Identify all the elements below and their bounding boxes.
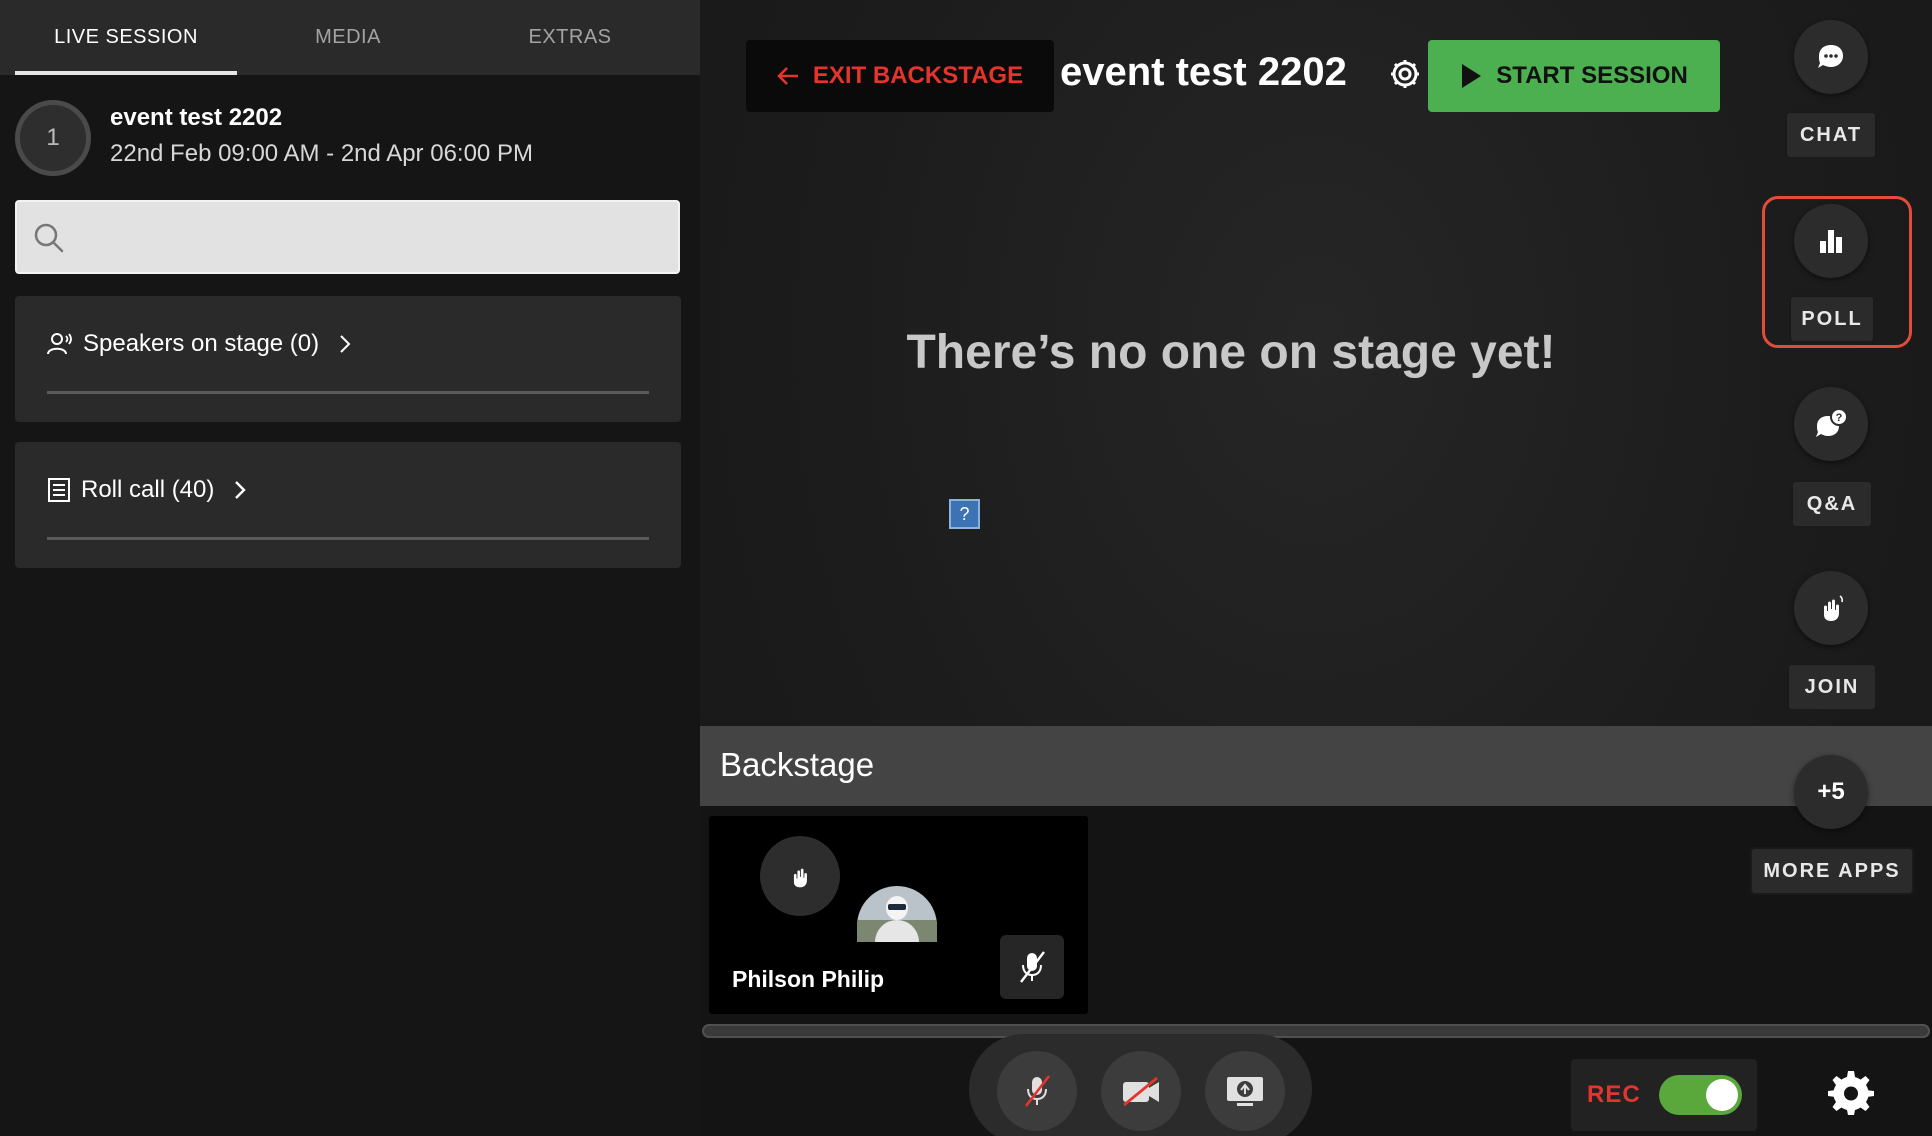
join-label[interactable]: JOIN [1787,663,1877,711]
horizontal-scrollbar[interactable] [702,1024,1930,1038]
rec-label: REC [1587,1081,1641,1108]
event-info: 1 event test 2202 22nd Feb 09:00 AM - 2n… [15,100,685,176]
camera-off-icon [1123,1076,1159,1106]
avatar [857,886,937,942]
svg-text:?: ? [1836,412,1843,424]
event-title: event test 2202 [110,104,283,131]
speaker-tile[interactable]: Philson Philip [709,816,1088,1014]
roll-call-card[interactable]: Roll call (40) [15,442,681,568]
start-session-label: START SESSION [1496,62,1688,89]
roll-call-label: Roll call (40) [81,476,215,503]
toggle-knob [1706,1079,1738,1111]
more-apps-count: +5 [1817,778,1845,805]
mic-off-icon [1020,951,1045,983]
search-icon [34,223,64,253]
raise-hand-icon [793,868,807,888]
tab-media[interactable]: MEDIA [237,0,459,75]
screen-share-icon [1227,1077,1263,1106]
gear-icon[interactable] [1388,57,1422,91]
search-input[interactable] [75,202,665,272]
rec-toggle[interactable] [1659,1075,1742,1115]
poll-label[interactable]: POLL [1789,295,1875,343]
settings-gear-icon[interactable] [1828,1069,1874,1115]
bar-chart-icon [1820,230,1842,253]
mic-toggle-button[interactable] [997,1051,1077,1131]
speaker-icon [47,333,72,355]
raise-hand-icon [1824,595,1844,621]
chevron-right-icon [340,335,351,353]
tab-extras[interactable]: EXTRAS [459,0,681,75]
empty-stage-message: There’s no one on stage yet! [700,325,1932,380]
tab-live-session[interactable]: LIVE SESSION [15,0,237,75]
start-session-button[interactable]: START SESSION [1428,40,1720,112]
broken-image-placeholder: ? [949,499,980,529]
arrow-left-icon [777,67,798,85]
more-apps-button[interactable]: +5 [1794,755,1868,829]
session-title: event test 2202 [1060,50,1347,94]
join-app-button[interactable] [1794,571,1868,645]
mute-status-button[interactable] [1000,935,1064,999]
screen-share-button[interactable] [1205,1051,1285,1131]
chat-icon [1818,45,1843,68]
divider [47,391,649,394]
chevron-right-icon [235,481,247,499]
left-panel: LIVE SESSION MEDIA EXTRAS 1 event test 2… [0,0,700,1136]
camera-toggle-button[interactable] [1101,1051,1181,1131]
exit-backstage-button[interactable]: EXIT BACKSTAGE [746,40,1054,112]
event-number-badge: 1 [15,100,91,176]
more-apps-label[interactable]: MORE APPS [1750,847,1914,895]
chat-label[interactable]: CHAT [1785,111,1877,159]
backstage-title: Backstage [720,746,875,783]
backstage-header: Backstage [700,726,1932,806]
search-box[interactable] [15,200,680,274]
raise-hand-indicator [760,836,840,916]
qa-app-button[interactable]: ? [1794,387,1868,461]
exit-backstage-label: EXIT BACKSTAGE [812,62,1024,89]
recording-control: REC [1571,1059,1757,1131]
list-icon [48,478,70,502]
event-dates: 22nd Feb 09:00 AM - 2nd Apr 06:00 PM [110,140,533,167]
poll-app-button[interactable] [1794,204,1868,278]
stage-area: EXIT BACKSTAGE event test 2202 START SES… [700,0,1932,1136]
qa-label[interactable]: Q&A [1791,480,1873,528]
play-icon [1462,64,1482,88]
empty-stage-text: There’s no one on stage yet! [906,326,1556,379]
question-chat-icon: ? [1816,408,1848,437]
mic-off-icon [1024,1075,1051,1107]
chat-app-button[interactable] [1794,20,1868,94]
speakers-on-stage-label: Speakers on stage (0) [83,330,320,357]
speakers-on-stage-card[interactable]: Speakers on stage (0) [15,296,681,422]
speaker-name: Philson Philip [732,966,885,992]
divider [47,537,649,540]
panel-tabs: LIVE SESSION MEDIA EXTRAS [0,0,700,75]
